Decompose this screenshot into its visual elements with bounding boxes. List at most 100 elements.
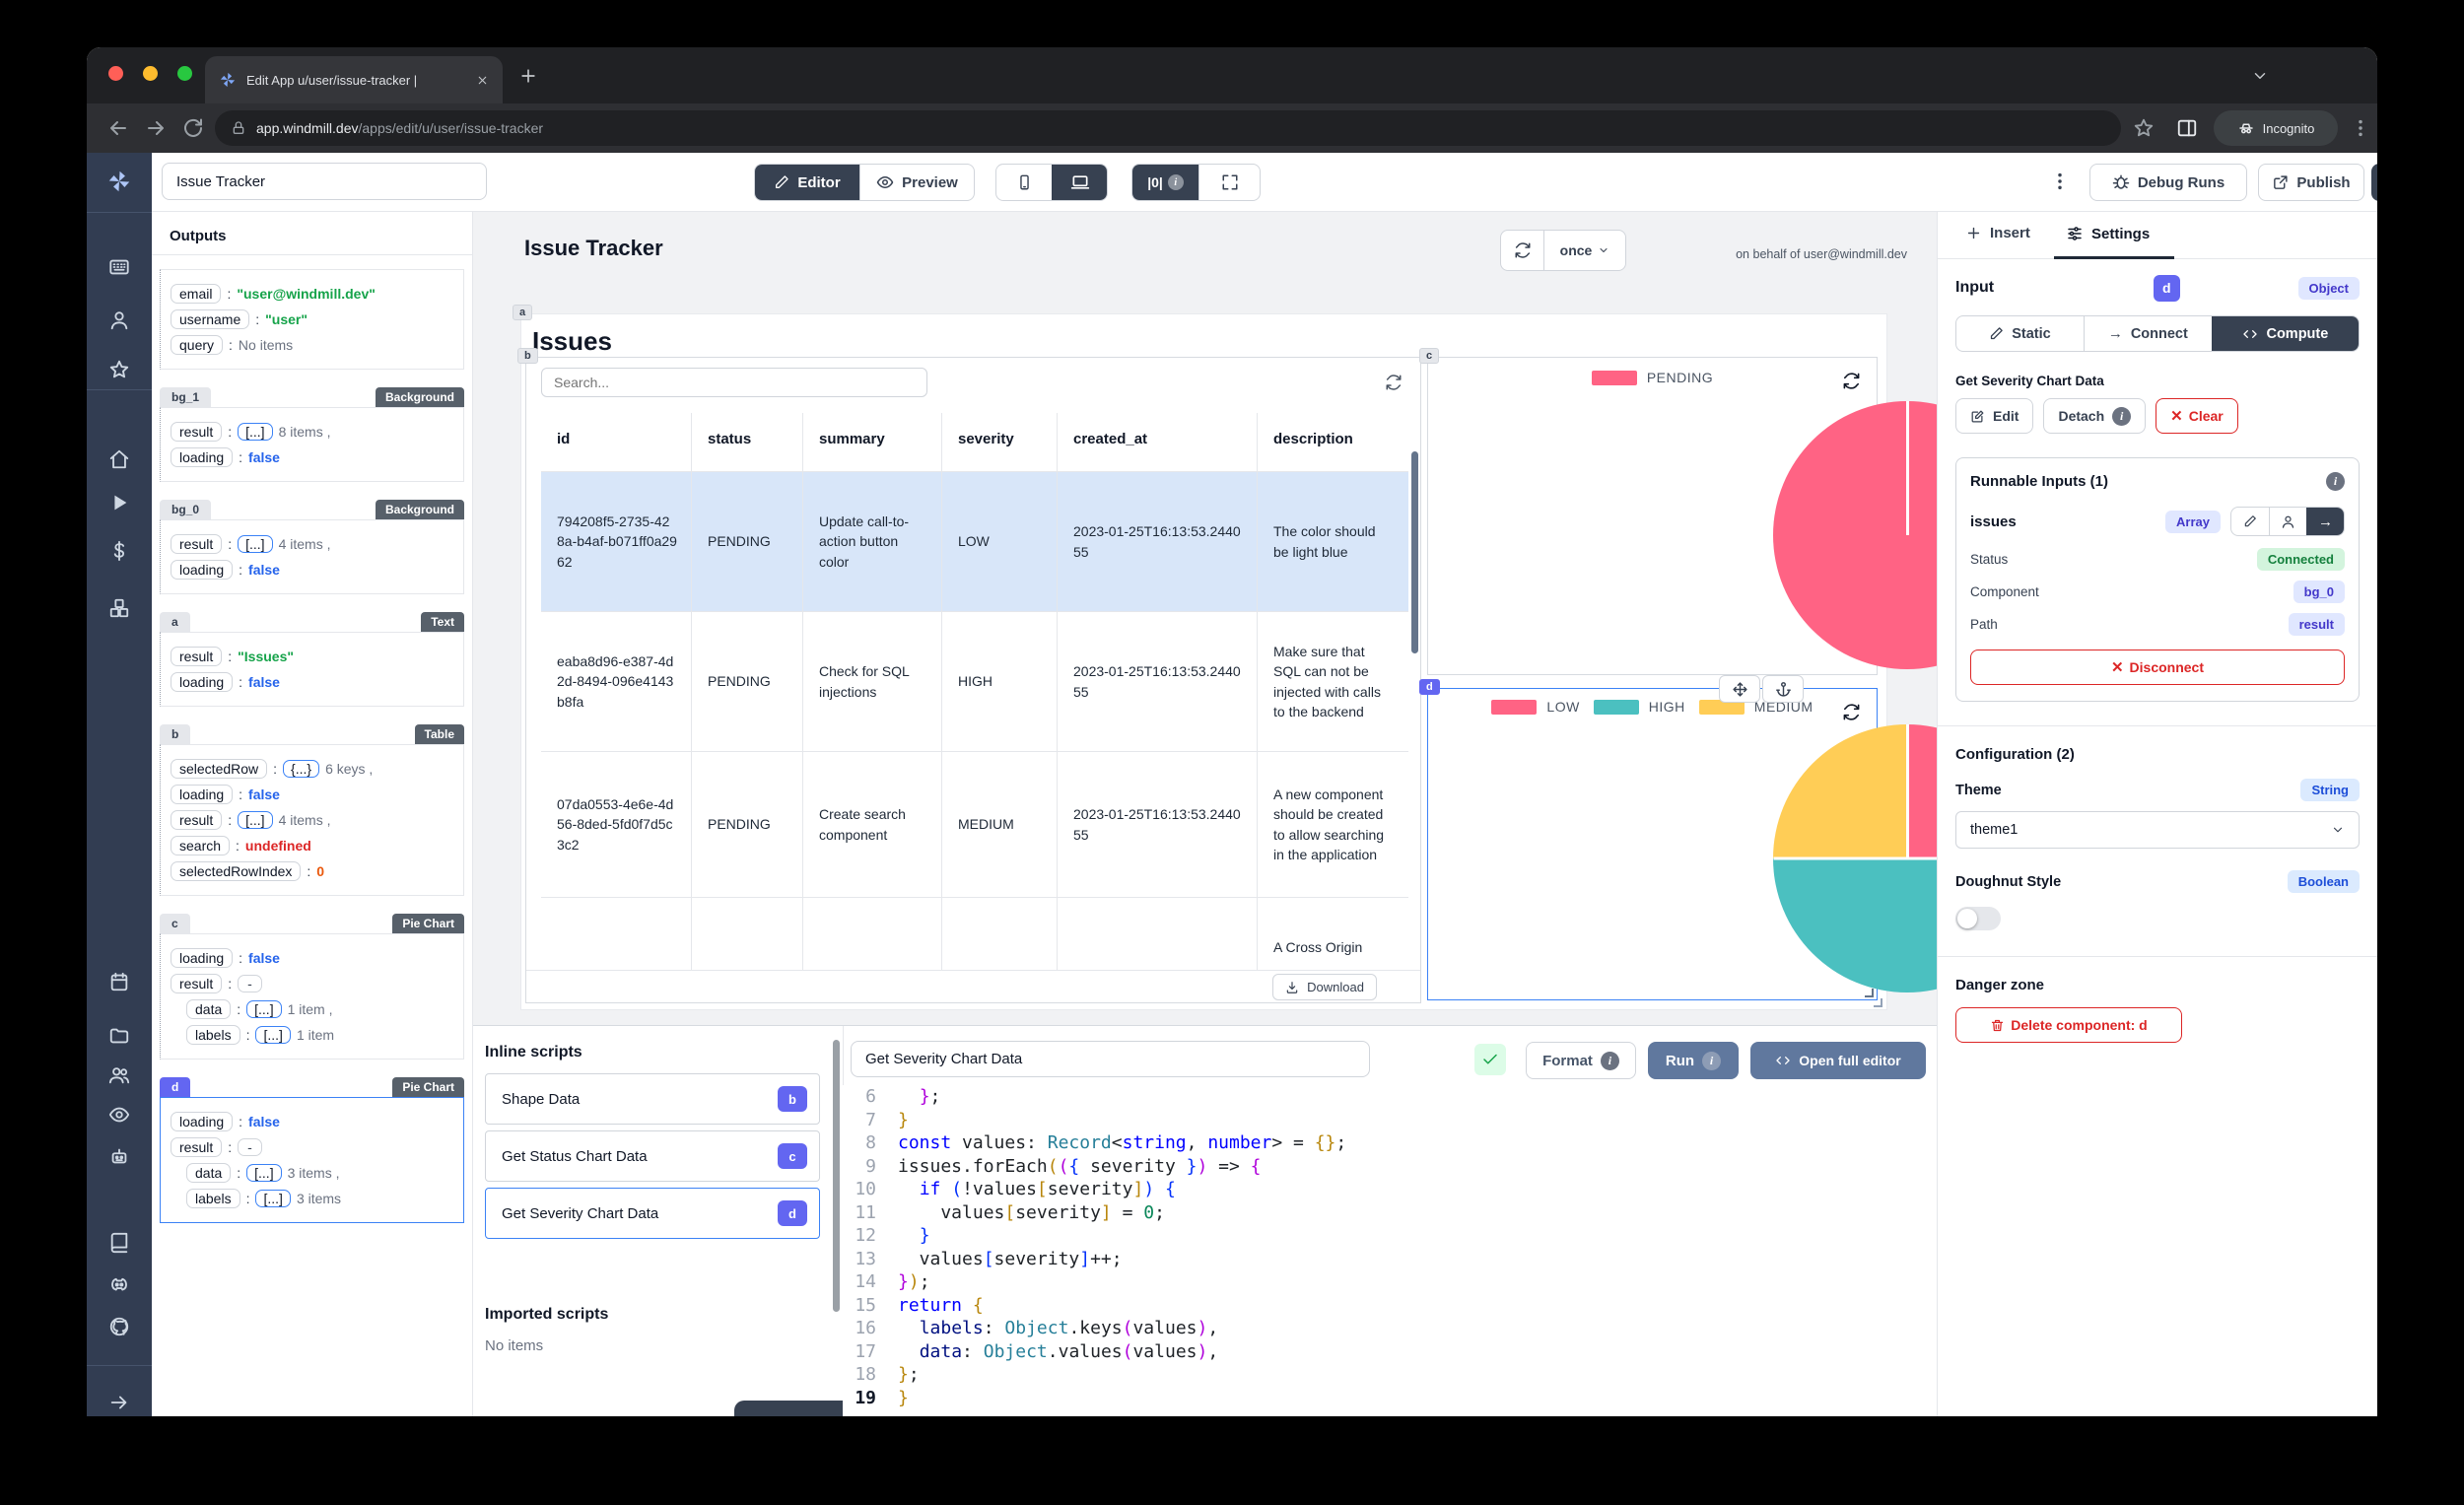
reload-button[interactable]: [181, 116, 205, 140]
table-row[interactable]: 794208f5-2735-428a-b4af-b071ff0a2962 PEND…: [541, 472, 1408, 612]
input-user-button[interactable]: [2269, 508, 2306, 535]
blocks-icon[interactable]: [108, 597, 130, 619]
output-key[interactable]: result: [171, 422, 223, 442]
resize-handle[interactable]: [1865, 989, 1874, 997]
output-key[interactable]: loading: [171, 560, 234, 580]
mobile-view-button[interactable]: [996, 165, 1052, 200]
table-row[interactable]: eaba8d96-e387-4d2d-8494-096e4143b8fa PEND…: [541, 612, 1408, 752]
output-expand-pill[interactable]: [...]: [246, 1000, 282, 1018]
input-static-button[interactable]: [2231, 508, 2269, 535]
forward-button[interactable]: [144, 116, 168, 140]
fullscreen-button[interactable]: [1198, 165, 1260, 200]
tab-close-icon[interactable]: [476, 74, 489, 87]
output-key[interactable]: result: [171, 1137, 223, 1157]
canvas-refresh-button[interactable]: [1501, 231, 1544, 270]
inline-script-item[interactable]: Get Severity Chart Data d: [485, 1188, 820, 1239]
output-expand-pill[interactable]: [...]: [246, 1164, 282, 1182]
disconnect-button[interactable]: ✕ Disconnect: [1970, 650, 2345, 685]
output-group-id[interactable]: b: [160, 724, 191, 744]
inline-script-item[interactable]: Get Status Chart Data c: [485, 1130, 820, 1182]
user-icon[interactable]: [108, 309, 130, 331]
folder-icon[interactable]: [108, 1025, 130, 1047]
column-header[interactable]: summary: [803, 413, 942, 471]
output-group-id[interactable]: c: [160, 914, 190, 933]
component-tag-d[interactable]: d: [1419, 679, 1440, 695]
home-icon[interactable]: [108, 448, 130, 470]
pie-c-refresh-icon[interactable]: [1842, 372, 1861, 390]
debug-runs-button[interactable]: Debug Runs: [2089, 164, 2247, 201]
back-button[interactable]: [106, 116, 130, 140]
play-icon[interactable]: [108, 492, 130, 513]
new-tab-button[interactable]: [518, 66, 538, 86]
clear-button[interactable]: ✕ Clear: [2156, 398, 2238, 434]
script-name-input[interactable]: [851, 1041, 1370, 1077]
url-bar[interactable]: app.windmill.dev/apps/edit/u/user/issue-…: [215, 110, 2121, 146]
output-value-pill[interactable]: -: [238, 1138, 262, 1156]
legend-item[interactable]: LOW: [1491, 699, 1579, 715]
output-key[interactable]: email: [171, 284, 222, 304]
desktop-view-button[interactable]: [1052, 165, 1107, 200]
output-key[interactable]: result: [171, 647, 223, 666]
arrow-right-icon[interactable]: [108, 1392, 130, 1413]
output-key[interactable]: selectedRow: [171, 759, 268, 779]
github-icon[interactable]: [108, 1316, 130, 1337]
table-search-input[interactable]: [541, 368, 927, 397]
maximize-window-button[interactable]: [177, 66, 192, 81]
component-tag-a[interactable]: a: [513, 305, 533, 320]
output-key[interactable]: loading: [171, 672, 234, 692]
side-panel-icon[interactable]: [2176, 117, 2198, 139]
column-header[interactable]: severity: [942, 413, 1058, 471]
output-expand-pill[interactable]: [...]: [238, 423, 273, 441]
discord-icon[interactable]: [108, 1274, 130, 1296]
app-name-input[interactable]: [162, 163, 487, 200]
output-key[interactable]: result: [171, 974, 223, 993]
close-window-button[interactable]: [108, 66, 123, 81]
more-menu-icon[interactable]: [2049, 171, 2071, 192]
output-expand-pill[interactable]: {...}: [283, 760, 320, 778]
code-editor[interactable]: 6 }; 7} 8 const values: Record<string, numb…: [843, 1085, 1937, 1416]
tab-search-chevron-icon[interactable]: [2251, 67, 2269, 85]
preview-tab[interactable]: Preview: [859, 165, 974, 200]
output-key[interactable]: labels: [186, 1189, 240, 1208]
table-row[interactable]: A Cross Origin: [541, 898, 1408, 972]
output-expand-pill[interactable]: [...]: [255, 1190, 291, 1207]
output-expand-pill[interactable]: [...]: [238, 535, 273, 553]
users-icon[interactable]: [108, 1064, 130, 1086]
theme-select[interactable]: theme1: [1955, 811, 2360, 849]
run-button[interactable]: Run i: [1648, 1042, 1739, 1079]
editor-tab[interactable]: Editor: [755, 165, 859, 200]
scripts-scrollbar[interactable]: [833, 1040, 840, 1312]
format-button[interactable]: Format i: [1526, 1042, 1636, 1079]
output-expand-pill[interactable]: [...]: [238, 811, 273, 829]
pie-d-refresh-icon[interactable]: [1842, 703, 1861, 721]
calendar-icon[interactable]: [108, 971, 130, 992]
output-key[interactable]: selectedRowIndex: [171, 861, 302, 881]
star-icon[interactable]: [108, 359, 130, 380]
refresh-mode-dropdown[interactable]: once: [1544, 231, 1625, 270]
table-refresh-icon[interactable]: [1385, 374, 1403, 391]
mode-connect-button[interactable]: → Connect: [2083, 316, 2212, 351]
output-key[interactable]: result: [171, 534, 223, 554]
dollar-icon[interactable]: [108, 540, 130, 562]
output-group-id[interactable]: bg_1: [160, 387, 212, 407]
output-key[interactable]: data: [186, 1163, 232, 1183]
inline-script-item[interactable]: Shape Data b: [485, 1073, 820, 1125]
mode-compute-button[interactable]: Compute: [2211, 316, 2359, 351]
download-button[interactable]: Download: [1272, 974, 1377, 1000]
eye-icon[interactable]: [108, 1104, 130, 1126]
output-key[interactable]: query: [171, 335, 224, 355]
output-group-id[interactable]: d: [160, 1077, 191, 1097]
detach-button[interactable]: Detach i: [2043, 398, 2147, 434]
output-key[interactable]: username: [171, 309, 250, 329]
save-button[interactable]: Save: [2371, 164, 2377, 201]
move-component-button[interactable]: [1719, 675, 1760, 703]
output-key[interactable]: result: [171, 810, 223, 830]
output-key[interactable]: loading: [171, 447, 234, 467]
outputs-toggle-button[interactable]: |0| i: [1132, 165, 1198, 200]
pie-chart-d[interactable]: LOW HIGH MEDIUM: [1427, 675, 2041, 1000]
component-tag-c[interactable]: c: [1419, 348, 1440, 364]
output-group-id[interactable]: a: [160, 612, 190, 632]
column-header[interactable]: id: [541, 413, 692, 471]
output-key[interactable]: loading: [171, 1112, 234, 1131]
mode-static-button[interactable]: Static: [1956, 316, 2084, 351]
